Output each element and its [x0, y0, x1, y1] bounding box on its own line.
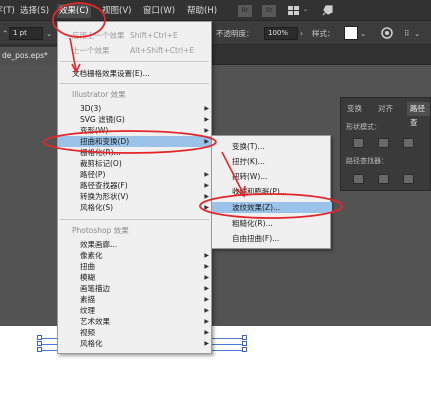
highlight-ellipse — [52, 2, 106, 38]
highlight-ellipse — [43, 130, 217, 154]
tutorial-annotations — [43, 2, 343, 219]
arrow-line — [221, 151, 244, 194]
highlight-ellipse — [199, 193, 343, 219]
